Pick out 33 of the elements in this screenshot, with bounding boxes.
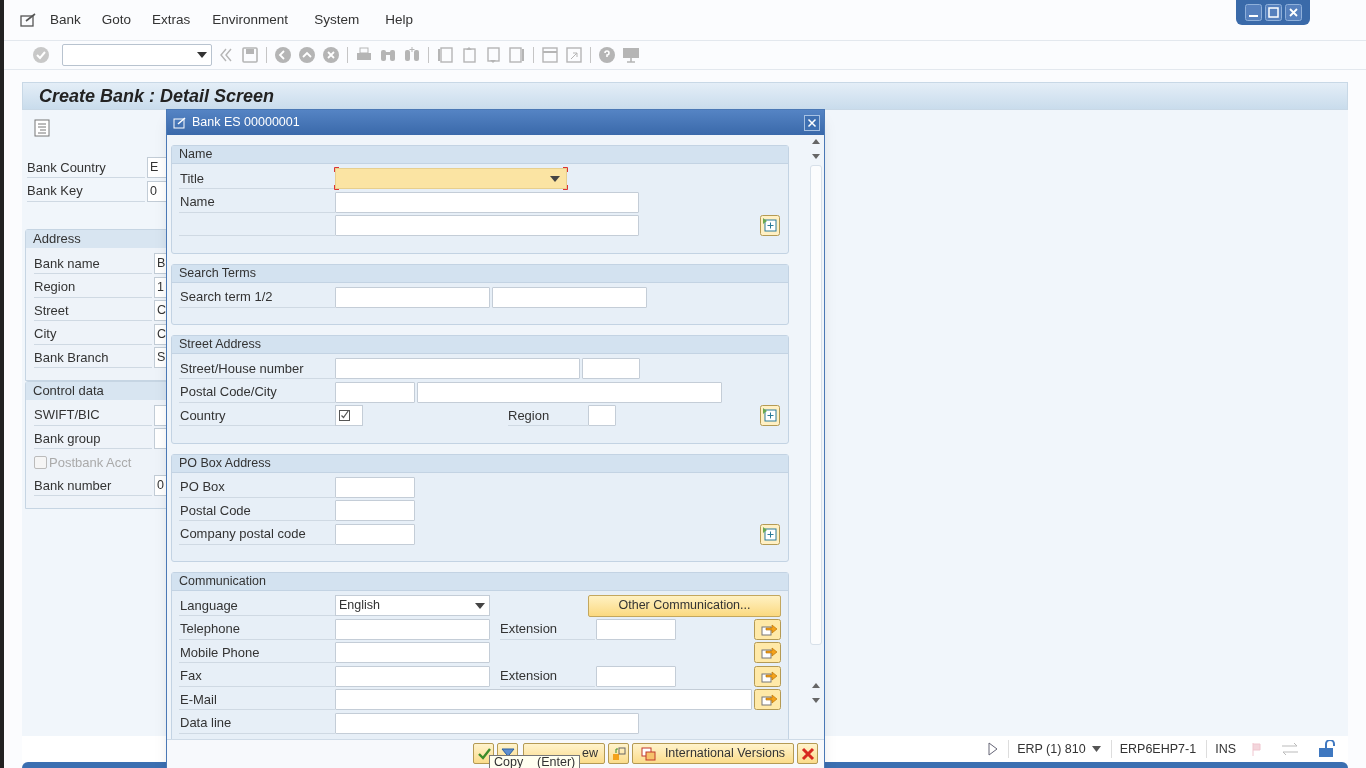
section-title: Street Address — [172, 336, 788, 354]
field-label: Bank number — [34, 475, 152, 497]
field-label: Extension — [500, 618, 595, 640]
menu-item[interactable]: System — [312, 9, 362, 31]
menu-item[interactable]: Extras — [150, 9, 193, 31]
tooltip: Copy (Enter) — [489, 755, 581, 768]
field-label: Bank group — [34, 428, 152, 450]
field-label: Extension — [500, 665, 595, 687]
field-label: Bank Branch — [34, 347, 152, 369]
menu-item[interactable]: Bank — [48, 9, 83, 31]
screen-title: Create Bank : Detail Screen — [22, 82, 1348, 110]
international-versions-button[interactable]: International Versions — [632, 743, 794, 764]
checkbox-label: Postbank Acct — [49, 453, 132, 472]
section-title: Communication — [172, 573, 788, 591]
field-label: Bank Key — [27, 180, 145, 202]
field-label: Region — [34, 276, 152, 298]
menu-item[interactable]: Help — [383, 9, 415, 31]
menu-item[interactable]: Goto — [99, 9, 134, 31]
system-info: ERP (1) 810 — [1017, 740, 1086, 758]
field-label: Bank Country — [27, 157, 145, 179]
section-title: PO Box Address — [172, 454, 788, 473]
dialog-title: Bank ES 00000001 — [192, 114, 301, 132]
server-name: ERP6EHP7-1 — [1110, 739, 1197, 759]
field-label: SWIFT/BIC — [34, 404, 152, 426]
dropdown-field[interactable]: English — [335, 595, 490, 617]
field-label: City — [34, 323, 152, 345]
field-label: Bank name — [34, 253, 152, 275]
other-communication-button[interactable]: Other Communication... — [588, 594, 781, 617]
section-title: Name — [172, 146, 788, 164]
section-title: Search Terms — [172, 264, 788, 283]
field-label: Street — [34, 300, 152, 322]
input-mode: INS — [1206, 739, 1236, 759]
menu-item[interactable]: Environment — [210, 9, 291, 31]
